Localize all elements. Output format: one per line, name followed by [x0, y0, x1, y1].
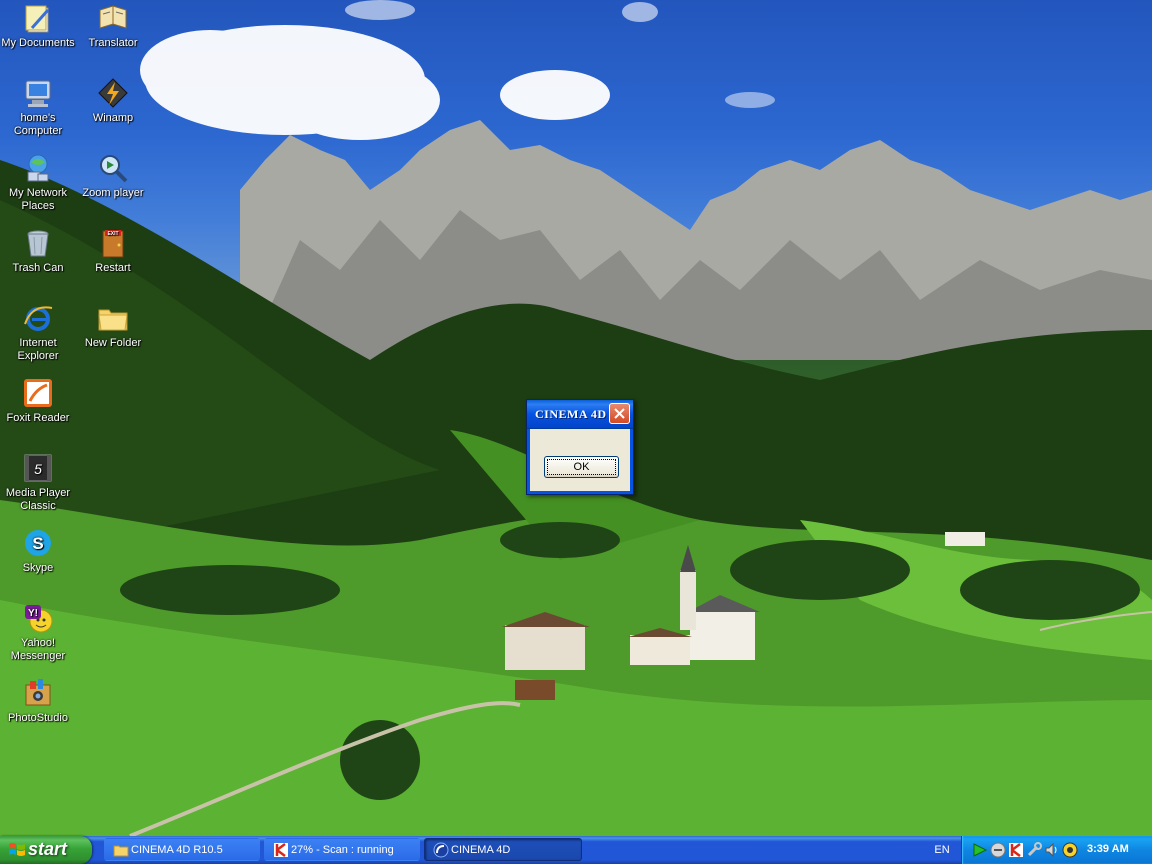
dialog-body: OK: [527, 429, 633, 494]
desktop-icon-label: New Folder: [84, 337, 142, 349]
desktop-icon-label: My Documents: [1, 37, 75, 49]
svg-text:EXIT: EXIT: [107, 231, 118, 237]
desktop-icon-label: Translator: [88, 37, 138, 49]
desktop-icon-media-player-classic[interactable]: 5 Media Player Classic: [0, 452, 76, 513]
green-arrow-icon[interactable]: [972, 842, 988, 858]
kaspersky-icon[interactable]: [1008, 842, 1024, 858]
documents-icon: [25, 5, 50, 33]
tools-icon[interactable]: [1026, 842, 1042, 858]
clock[interactable]: 3:39 AM: [1087, 843, 1129, 855]
taskbar-item-label: CINEMA 4D R10.5: [131, 844, 223, 856]
desktop-icon-label: Trash Can: [12, 262, 64, 274]
desktop-icon-winamp[interactable]: Winamp: [75, 77, 151, 125]
dialog-titlebar[interactable]: CINEMA 4D: [527, 400, 633, 429]
desktop-icon-restart[interactable]: EXIT Restart: [75, 227, 151, 275]
windows-logo-icon: [9, 843, 25, 856]
speaker-icon[interactable]: [1044, 842, 1060, 858]
yahoo-messenger-icon: Y!: [25, 605, 53, 633]
desktop-icon-foxit-reader[interactable]: Foxit Reader: [0, 377, 76, 425]
start-button[interactable]: start: [0, 836, 92, 864]
dialog-title: CINEMA 4D: [535, 407, 607, 421]
desktop-icon-label: Media Player Classic: [5, 487, 71, 512]
svg-text:Y!: Y!: [28, 608, 38, 619]
folder-icon: [113, 845, 129, 857]
network-icon: [27, 154, 49, 182]
skype-icon: S: [25, 530, 51, 556]
computer-icon: [25, 80, 51, 107]
desktop-icon-new-folder[interactable]: New Folder: [75, 302, 151, 350]
desktop-icon-zoom-player[interactable]: Zoom player: [75, 152, 151, 200]
desktop-icon-label: Yahoo! Messenger: [10, 637, 66, 662]
desktop-icon-label: Internet Explorer: [17, 337, 59, 362]
minus-circle-icon[interactable]: [990, 842, 1006, 858]
taskbar-item-label: CINEMA 4D: [451, 844, 511, 856]
desktop-icon-label: PhotoStudio: [8, 712, 68, 724]
folder-icon: [98, 309, 128, 331]
desktop-icon-my-documents[interactable]: My Documents: [0, 2, 76, 50]
desktop-icon-photostudio[interactable]: PhotoStudio: [0, 677, 76, 725]
desktop-icon-skype[interactable]: S Skype: [0, 527, 76, 575]
desktop-icon-label: Foxit Reader: [6, 412, 70, 424]
desktop-icon-trash-can[interactable]: Trash Can: [0, 227, 76, 275]
desktop-icon-label: Skype: [22, 562, 54, 574]
internet-explorer-icon: [24, 306, 53, 331]
desktop-icon-translator[interactable]: Translator: [75, 2, 151, 50]
taskbar-item-cinema4d-folder[interactable]: CINEMA 4D R10.5: [104, 838, 260, 861]
photostudio-icon: [25, 679, 51, 706]
desktop-icon-label: Winamp: [92, 112, 134, 124]
desktop-icon-internet-explorer[interactable]: Internet Explorer: [0, 302, 76, 363]
taskbar: start CINEMA 4D R10.5 27% - Scan : runni…: [0, 836, 1152, 864]
desktop-icon-label: home's Computer: [13, 112, 63, 137]
system-tray: 3:39 AM: [961, 836, 1152, 864]
cinema4d-icon: [433, 842, 449, 858]
desktop-icon-yahoo-messenger[interactable]: Y! Yahoo! Messenger: [0, 602, 76, 663]
close-icon: [614, 408, 625, 419]
ok-button[interactable]: OK: [544, 456, 619, 478]
trash-can-icon: [27, 230, 49, 257]
taskbar-item-label: 27% - Scan : running: [291, 844, 394, 856]
start-label: start: [28, 839, 68, 859]
media-player-icon: 5: [24, 454, 52, 482]
desktop-icon-label: My Network Places: [8, 187, 68, 212]
cinema4d-dialog[interactable]: CINEMA 4D OK: [526, 399, 634, 495]
desktop-icon-my-computer[interactable]: home's Computer: [0, 77, 76, 138]
desktop-icon-label: Zoom player: [82, 187, 144, 199]
translator-icon: [99, 5, 127, 29]
desktop-icon-label: Restart: [95, 262, 131, 274]
svg-text:5: 5: [34, 461, 42, 477]
svg-text:S: S: [32, 534, 43, 553]
yahoo-tray-icon[interactable]: [1062, 842, 1078, 858]
close-button[interactable]: [609, 403, 630, 424]
exit-door-icon: EXIT: [102, 230, 124, 258]
zoom-player-icon: [100, 155, 128, 183]
desktop-icon-my-network-places[interactable]: My Network Places: [0, 152, 76, 213]
foxit-reader-icon: [24, 379, 52, 407]
taskbar-item-scan[interactable]: 27% - Scan : running: [264, 838, 420, 861]
kaspersky-icon: [274, 843, 288, 857]
language-indicator[interactable]: EN: [928, 840, 956, 860]
taskbar-item-cinema4d[interactable]: CINEMA 4D: [424, 838, 582, 861]
winamp-icon: [98, 78, 128, 108]
